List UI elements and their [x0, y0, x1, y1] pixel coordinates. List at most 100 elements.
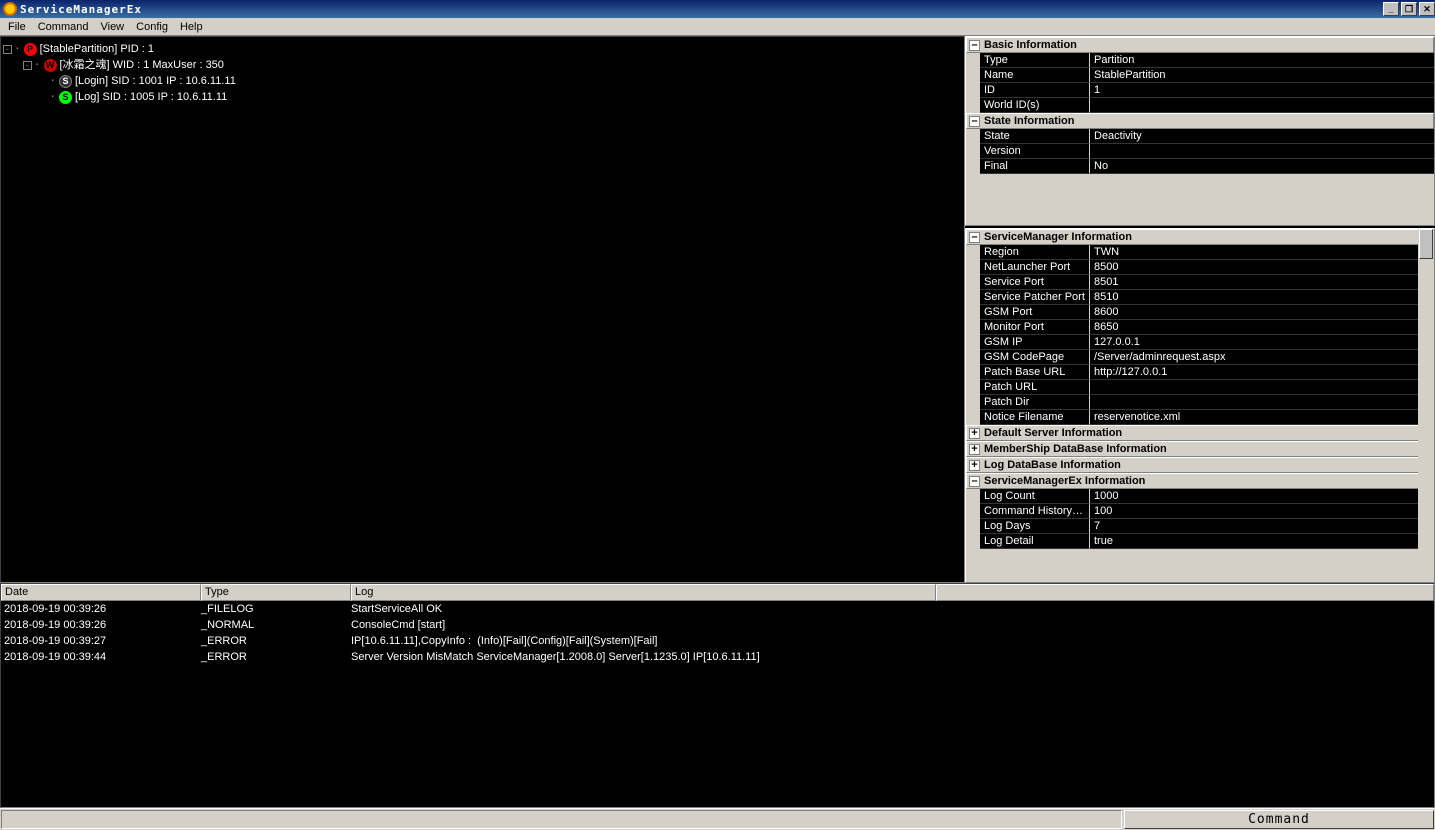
property-row[interactable]: Command History C...100 [966, 504, 1434, 519]
property-value[interactable]: 1 [1090, 83, 1434, 98]
property-value[interactable]: 8650 [1090, 320, 1434, 335]
collapse-icon[interactable]: - [23, 61, 32, 70]
collapse-icon[interactable]: – [969, 476, 980, 487]
section-servicemanagerex-information[interactable]: – ServiceManagerEx Information [966, 473, 1434, 489]
property-value[interactable]: StablePartition [1090, 68, 1434, 83]
property-key: Patch Dir [980, 395, 1090, 410]
log-row[interactable]: 2018-09-19 00:39:27_ERRORIP[10.6.11.11],… [1, 633, 1434, 649]
log-header-log[interactable]: Log [351, 584, 936, 601]
section-basic-information[interactable]: – Basic Information [966, 37, 1434, 53]
log-row[interactable]: 2018-09-19 00:39:26_FILELOGStartServiceA… [1, 601, 1434, 617]
property-row[interactable]: Service Patcher Port8510 [966, 290, 1434, 305]
log-header-type[interactable]: Type [201, 584, 351, 601]
log-pane[interactable]: Date Type Log 2018-09-19 00:39:26_FILELO… [0, 583, 1435, 808]
property-row[interactable]: Patch Dir [966, 395, 1434, 410]
close-button[interactable]: ✕ [1419, 2, 1435, 16]
section-collapsed[interactable]: + Log DataBase Information [966, 457, 1434, 473]
property-row[interactable]: Service Port8501 [966, 275, 1434, 290]
property-value[interactable]: 127.0.0.1 [1090, 335, 1434, 350]
property-value[interactable]: Deactivity [1090, 129, 1434, 144]
menu-file[interactable]: File [2, 21, 32, 33]
property-row[interactable]: Patch URL [966, 380, 1434, 395]
log-row[interactable]: 2018-09-19 00:39:44_ERRORServer Version … [1, 649, 1434, 665]
property-row[interactable]: FinalNo [966, 159, 1434, 174]
collapse-icon[interactable]: - [3, 45, 12, 54]
collapse-icon[interactable]: – [969, 40, 980, 51]
property-row[interactable]: Monitor Port8650 [966, 320, 1434, 335]
property-row[interactable]: Log Days7 [966, 519, 1434, 534]
property-key: Region [980, 245, 1090, 260]
tree-node-log[interactable]: · S [Log] SID : 1005 IP : 10.6.11.11 [3, 89, 962, 105]
property-value[interactable] [1090, 144, 1434, 159]
property-row[interactable]: Version [966, 144, 1434, 159]
property-key: Patch URL [980, 380, 1090, 395]
property-row[interactable]: ID1 [966, 83, 1434, 98]
property-row[interactable]: Patch Base URLhttp://127.0.0.1 [966, 365, 1434, 380]
property-key: Service Patcher Port [980, 290, 1090, 305]
property-value[interactable] [1090, 98, 1434, 113]
property-value[interactable]: true [1090, 534, 1434, 549]
property-value[interactable]: 1000 [1090, 489, 1434, 504]
property-value[interactable]: 100 [1090, 504, 1434, 519]
section-collapsed[interactable]: +MemberShip DataBase Information [966, 441, 1434, 457]
property-value[interactable]: Partition [1090, 53, 1434, 68]
property-value[interactable] [1090, 380, 1434, 395]
property-row[interactable]: Notice Filenamereservenotice.xml [966, 410, 1434, 425]
property-key: Service Port [980, 275, 1090, 290]
menu-command[interactable]: Command [32, 21, 95, 33]
log-header-date[interactable]: Date [1, 584, 201, 601]
property-value[interactable]: http://127.0.0.1 [1090, 365, 1434, 380]
property-value[interactable]: /Server/adminrequest.aspx [1090, 350, 1434, 365]
maximize-button[interactable]: ❐ [1401, 2, 1417, 16]
property-value[interactable]: No [1090, 159, 1434, 174]
collapse-icon[interactable]: – [969, 232, 980, 243]
property-row[interactable]: TypePartition [966, 53, 1434, 68]
expand-icon[interactable]: + [969, 428, 980, 439]
tree-pane[interactable]: - · P [StablePartition] PID : 1 - · W [冰… [0, 36, 965, 583]
property-value[interactable]: reservenotice.xml [1090, 410, 1434, 425]
property-row[interactable]: World ID(s) [966, 98, 1434, 113]
property-row[interactable]: GSM IP127.0.0.1 [966, 335, 1434, 350]
log-date: 2018-09-19 00:39:44 [1, 649, 201, 665]
property-value[interactable]: 8510 [1090, 290, 1434, 305]
property-value[interactable]: 8600 [1090, 305, 1434, 320]
log-row[interactable]: 2018-09-19 00:39:26_NORMALConsoleCmd [st… [1, 617, 1434, 633]
property-value[interactable] [1090, 395, 1434, 410]
tree-node-login[interactable]: · S [Login] SID : 1001 IP : 10.6.11.11 [3, 73, 962, 89]
scrollbar-thumb[interactable] [1419, 229, 1433, 259]
expand-icon[interactable]: + [969, 444, 980, 455]
property-row[interactable]: NetLauncher Port8500 [966, 260, 1434, 275]
section-collapsed[interactable]: +Default Server Information [966, 425, 1434, 441]
property-value[interactable]: TWN [1090, 245, 1434, 260]
property-key: Version [980, 144, 1090, 159]
property-value[interactable]: 8500 [1090, 260, 1434, 275]
section-title: Log DataBase Information [984, 459, 1121, 471]
property-key: GSM Port [980, 305, 1090, 320]
minimize-button[interactable]: _ [1383, 2, 1399, 16]
tree-node-partition[interactable]: - · P [StablePartition] PID : 1 [3, 41, 962, 57]
menu-config[interactable]: Config [130, 21, 174, 33]
property-row[interactable]: NameStablePartition [966, 68, 1434, 83]
property-value[interactable]: 7 [1090, 519, 1434, 534]
property-row[interactable]: GSM Port8600 [966, 305, 1434, 320]
menu-help[interactable]: Help [174, 21, 209, 33]
expand-icon[interactable]: + [969, 460, 980, 471]
property-row[interactable]: GSM CodePage/Server/adminrequest.aspx [966, 350, 1434, 365]
property-key: State [980, 129, 1090, 144]
property-grid-basic[interactable]: – Basic Information TypePartitionNameSta… [965, 36, 1435, 226]
property-row[interactable]: RegionTWN [966, 245, 1434, 260]
menu-view[interactable]: View [94, 21, 130, 33]
property-row[interactable]: StateDeactivity [966, 129, 1434, 144]
section-servicemanager-information[interactable]: – ServiceManager Information [966, 229, 1434, 245]
property-row[interactable]: Log Detailtrue [966, 534, 1434, 549]
collapse-icon[interactable]: – [969, 116, 980, 127]
server-icon: S [59, 91, 72, 104]
property-row[interactable]: Log Count1000 [966, 489, 1434, 504]
property-value[interactable]: 8501 [1090, 275, 1434, 290]
tree-node-world[interactable]: - · W [冰霜之魂] WID : 1 MaxUser : 350 [3, 57, 962, 73]
command-button[interactable]: Command [1124, 810, 1434, 829]
log-header-spacer[interactable] [936, 584, 1434, 601]
property-grid-servicemanager[interactable]: – ServiceManager Information RegionTWNNe… [965, 228, 1435, 583]
section-state-information[interactable]: – State Information [966, 113, 1434, 129]
scrollbar[interactable] [1418, 229, 1434, 582]
